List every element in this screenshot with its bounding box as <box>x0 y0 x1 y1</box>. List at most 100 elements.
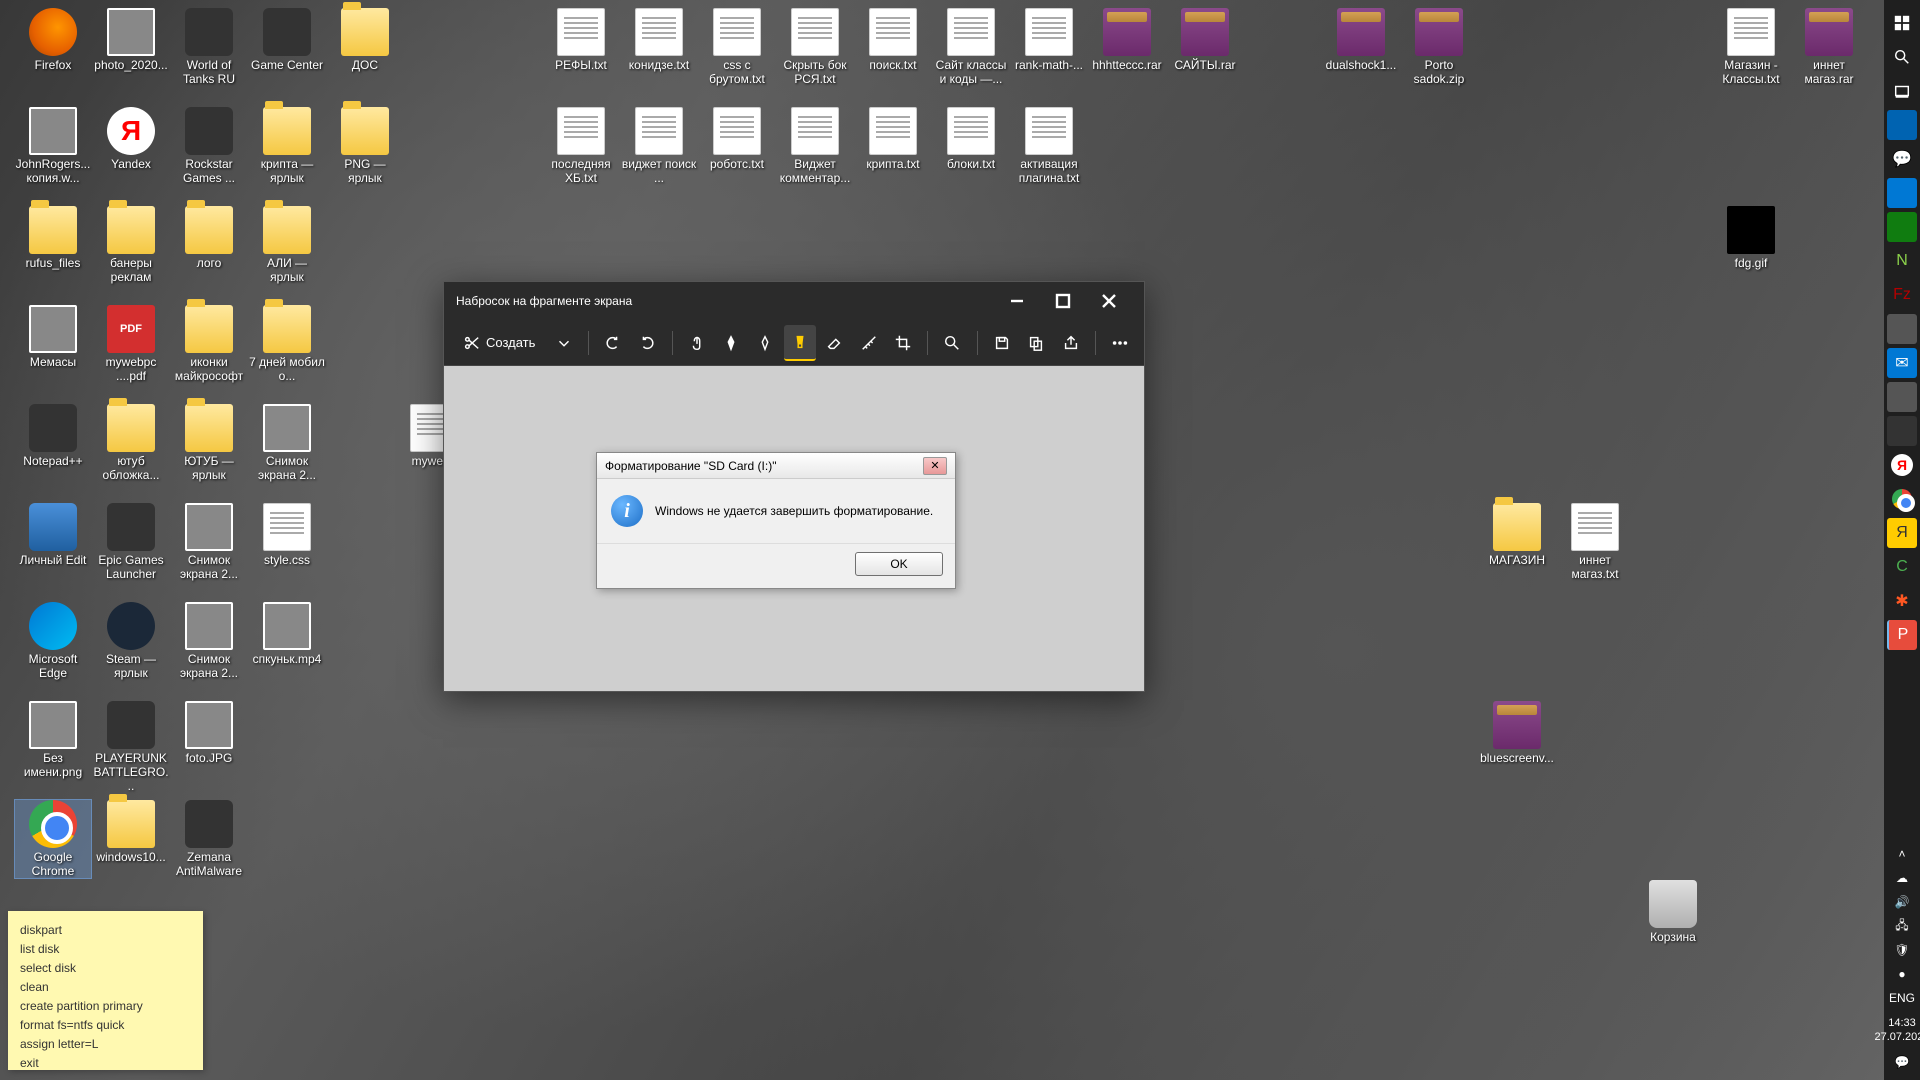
desktop-icon[interactable]: Сайт классы и коды —... <box>933 8 1009 86</box>
desktop-icon[interactable]: Личный Edit <box>15 503 91 567</box>
desktop-icon[interactable]: rank-math-... <box>1011 8 1087 72</box>
taskbar-app-5[interactable] <box>1887 314 1917 344</box>
eraser-button[interactable] <box>818 325 850 361</box>
desktop-icon[interactable]: иннет магаз.txt <box>1557 503 1633 581</box>
desktop-icon[interactable]: САЙТЫ.rar <box>1167 8 1243 72</box>
desktop-icon[interactable]: Epic Games Launcher <box>93 503 169 581</box>
desktop-icon[interactable]: ЯYandex <box>93 107 169 171</box>
taskbar-app-3[interactable] <box>1887 178 1917 208</box>
desktop-icon[interactable]: крипта — ярлык <box>249 107 325 185</box>
start-button[interactable] <box>1887 8 1917 38</box>
tray-security-icon[interactable]: 🛡 <box>1888 940 1916 960</box>
desktop-icon[interactable]: PLAYERUNK BATTLEGRO... <box>93 701 169 793</box>
taskbar-yandex[interactable]: Я <box>1887 450 1917 480</box>
desktop-icon[interactable]: конидзе.txt <box>621 8 697 72</box>
desktop-icon[interactable]: иннет магаз.rar <box>1791 8 1867 86</box>
snip-canvas[interactable]: Форматирование "SD Card (I:)" ✕ i Window… <box>444 366 1144 691</box>
taskbar-app-2[interactable]: 💬 <box>1887 144 1917 174</box>
snip-titlebar[interactable]: Набросок на фрагменте экрана <box>444 282 1144 320</box>
desktop-icon[interactable]: активация плагина.txt <box>1011 107 1087 185</box>
tray-volume-icon[interactable]: 🔊 <box>1888 892 1916 912</box>
dialog-ok-button[interactable]: OK <box>855 552 943 576</box>
desktop-icon[interactable]: Корзина <box>1635 880 1711 944</box>
desktop-icon[interactable]: 7 дней мобил о... <box>249 305 325 383</box>
desktop-icon[interactable]: PDFmywebpc ....pdf <box>93 305 169 383</box>
redo-button[interactable] <box>631 325 663 361</box>
desktop-icon[interactable]: банеры реклам <box>93 206 169 284</box>
desktop-icon[interactable]: Снимок экрана 2... <box>171 503 247 581</box>
desktop-icon[interactable]: hhhttеccc.rar <box>1089 8 1165 72</box>
desktop-icon[interactable]: Виджет комментар... <box>777 107 853 185</box>
tray-lang[interactable]: ENG <box>1888 988 1916 1008</box>
taskbar-mail[interactable]: ✉ <box>1887 348 1917 378</box>
desktop-icon[interactable]: лого <box>171 206 247 270</box>
taskbar-app-1[interactable] <box>1887 110 1917 140</box>
desktop-icon[interactable]: поиск.txt <box>855 8 931 72</box>
desktop-icon[interactable]: виджет поиск ... <box>621 107 697 185</box>
zoom-button[interactable] <box>936 325 968 361</box>
desktop-icon[interactable]: css с брутом.txt <box>699 8 775 86</box>
desktop-icon[interactable]: World of Tanks RU <box>171 8 247 86</box>
desktop-icon[interactable]: Магазин - Классы.txt <box>1713 8 1789 86</box>
desktop-icon[interactable]: ДОС <box>327 8 403 72</box>
desktop-icon[interactable]: style.css <box>249 503 325 567</box>
more-button[interactable] <box>1104 325 1136 361</box>
close-button[interactable] <box>1086 286 1132 316</box>
crop-button[interactable] <box>887 325 919 361</box>
tray-expand-icon[interactable]: ˄ <box>1888 844 1916 864</box>
taskbar-app-10[interactable]: ✱ <box>1887 586 1917 616</box>
dialog-close-button[interactable]: ✕ <box>923 457 947 475</box>
desktop-icon[interactable]: Game Center <box>249 8 325 72</box>
desktop-icon[interactable]: foto.JPG <box>171 701 247 765</box>
tray-network-icon[interactable]: 🖧 <box>1888 916 1916 936</box>
desktop-icon[interactable]: АЛИ — ярлык <box>249 206 325 284</box>
desktop-icon[interactable]: PNG — ярлык <box>327 107 403 185</box>
pencil-button[interactable] <box>749 325 781 361</box>
desktop-icon[interactable]: Microsoft Edge <box>15 602 91 680</box>
highlighter-button[interactable] <box>784 325 816 361</box>
desktop-icon[interactable]: ютуб обложка... <box>93 404 169 482</box>
desktop-icon[interactable]: роботс.txt <box>699 107 775 171</box>
desktop-icon[interactable]: windows10... <box>93 800 169 864</box>
taskbar-snip-sketch[interactable]: P <box>1887 620 1917 650</box>
desktop-icon[interactable]: fdg.gif <box>1713 206 1789 270</box>
desktop-icon[interactable]: иконки майкрософт <box>171 305 247 383</box>
taskbar-app-9[interactable]: C <box>1887 552 1917 582</box>
undo-button[interactable] <box>597 325 629 361</box>
desktop-icon[interactable]: РЕФЫ.txt <box>543 8 619 72</box>
taskbar-notepadpp[interactable]: N <box>1887 246 1917 276</box>
taskbar-app-6[interactable] <box>1887 382 1917 412</box>
desktop-icon[interactable]: Porto sadok.zip <box>1401 8 1477 86</box>
desktop-icon[interactable]: dualshock1... <box>1323 8 1399 72</box>
copy-button[interactable] <box>1020 325 1052 361</box>
taskbar-app-7[interactable] <box>1887 416 1917 446</box>
save-button[interactable] <box>985 325 1017 361</box>
desktop-icon[interactable]: МАГАЗИН <box>1479 503 1555 567</box>
task-view-button[interactable] <box>1887 76 1917 106</box>
desktop-icon[interactable]: ЮТУБ — ярлык <box>171 404 247 482</box>
ruler-button[interactable] <box>853 325 885 361</box>
share-button[interactable] <box>1054 325 1086 361</box>
tray-app-icon[interactable]: ● <box>1888 964 1916 984</box>
ballpoint-pen-button[interactable] <box>715 325 747 361</box>
desktop-icon[interactable]: Без имени.png <box>15 701 91 779</box>
search-button[interactable] <box>1887 42 1917 72</box>
desktop-icon[interactable]: Снимок экрана 2... <box>171 602 247 680</box>
desktop-icon[interactable]: rufus_files <box>15 206 91 270</box>
desktop-icon[interactable]: блоки.txt <box>933 107 1009 171</box>
desktop-icon[interactable]: Notepad++ <box>15 404 91 468</box>
taskbar-chrome[interactable] <box>1887 484 1917 514</box>
maximize-button[interactable] <box>1040 286 1086 316</box>
desktop-icon[interactable]: JohnRogers... копия.w... <box>15 107 91 185</box>
desktop-icon[interactable]: Steam — ярлык <box>93 602 169 680</box>
taskbar-filezilla[interactable]: Fz <box>1887 280 1917 310</box>
tray-notifications-icon[interactable]: 💬 <box>1888 1052 1916 1072</box>
minimize-button[interactable] <box>994 286 1040 316</box>
sticky-note[interactable]: diskpartlist diskselect diskcleancreate … <box>8 911 203 1070</box>
desktop-icon[interactable]: bluescreenv... <box>1479 701 1555 765</box>
desktop-icon[interactable]: Мемасы <box>15 305 91 369</box>
desktop-icon[interactable]: Снимок экрана 2... <box>249 404 325 482</box>
desktop-icon[interactable]: Firefox <box>15 8 91 72</box>
new-snip-button[interactable]: Создать <box>452 325 545 361</box>
tray-clock[interactable]: 14:33 27.07.2021 <box>1874 1012 1920 1048</box>
